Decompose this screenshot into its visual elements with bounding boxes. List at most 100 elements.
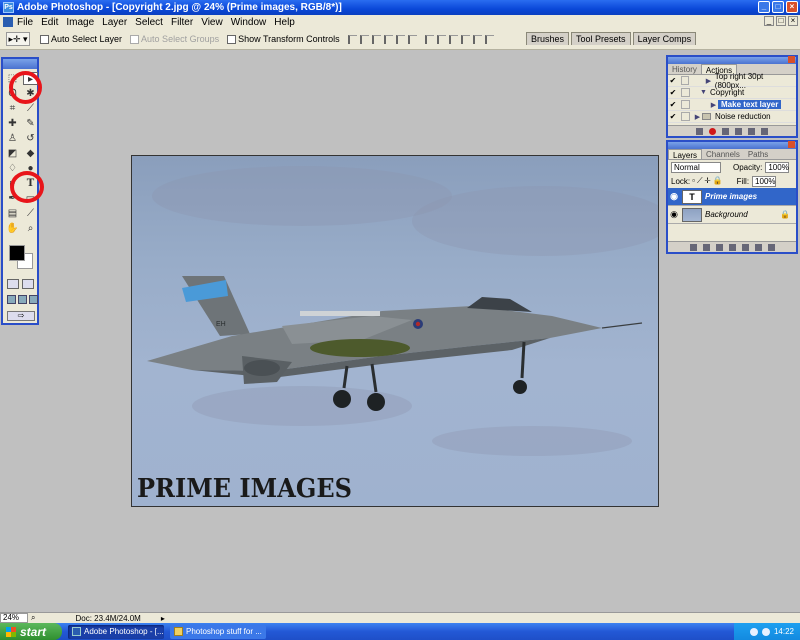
document-canvas[interactable]: EH PRIME IMAGES — [131, 155, 659, 507]
menu-image[interactable]: Image — [66, 17, 94, 28]
auto-select-layer-checkbox[interactable]: Auto Select Layer — [40, 34, 122, 44]
hand-tool-icon[interactable]: ✋ — [5, 222, 20, 235]
stop-icon[interactable] — [696, 127, 703, 135]
doc-close-button[interactable]: × — [788, 16, 798, 26]
lock-icons[interactable]: ▫⟋✛🔒 — [692, 176, 724, 186]
tray-icon[interactable] — [761, 627, 770, 636]
fill-input[interactable]: 100% — [752, 175, 777, 187]
tool-preset-picker[interactable]: ▸✛ ▾ — [6, 32, 30, 46]
notes-tool-icon[interactable]: ▤ — [5, 207, 20, 220]
jump-to-imageready-icon[interactable]: ⇨ — [7, 311, 35, 321]
doc-minimize-button[interactable]: _ — [764, 16, 774, 26]
align-bottom-icon[interactable] — [371, 34, 381, 44]
expand-arrow-icon[interactable]: ▶ — [709, 101, 718, 109]
opacity-input[interactable]: 100% — [765, 161, 790, 173]
tray-icon[interactable] — [749, 627, 758, 636]
status-menu-arrow-icon[interactable]: ▸ — [161, 614, 165, 623]
layer-style-icon[interactable] — [702, 243, 710, 251]
new-action-icon[interactable] — [748, 127, 755, 135]
panel-close-icon[interactable] — [788, 56, 795, 63]
clock[interactable]: 14:22 — [774, 627, 794, 636]
distribute-left-icon[interactable] — [460, 34, 470, 44]
trash-icon[interactable] — [761, 127, 768, 135]
adjustment-layer-icon[interactable] — [728, 243, 736, 251]
quick-mask-mode-icon[interactable] — [22, 279, 34, 289]
crop-tool-icon[interactable]: ⌗ — [5, 102, 20, 115]
tab-paths[interactable]: Paths — [744, 149, 772, 159]
eye-icon[interactable]: ◉ — [668, 191, 680, 202]
layers-panel-header[interactable] — [668, 141, 796, 149]
distribute-bottom-icon[interactable] — [448, 34, 458, 44]
tab-layers[interactable]: Layers — [668, 149, 703, 160]
menu-window[interactable]: Window — [231, 17, 267, 28]
new-group-icon[interactable] — [741, 243, 749, 251]
link-icon[interactable] — [689, 243, 697, 251]
menu-edit[interactable]: Edit — [41, 17, 58, 28]
healing-brush-tool-icon[interactable]: ✚ — [5, 117, 20, 130]
toolbox-header[interactable] — [3, 59, 37, 69]
align-top-icon[interactable] — [347, 34, 357, 44]
menu-layer[interactable]: Layer — [102, 17, 127, 28]
brush-tool-icon[interactable]: ✎ — [23, 117, 38, 130]
trash-icon[interactable] — [767, 243, 775, 251]
checkmark-icon[interactable]: ✔ — [668, 76, 678, 85]
play-icon[interactable] — [722, 127, 729, 135]
action-set-row[interactable]: ✔ ▶ Noise reduction — [668, 111, 796, 123]
minimize-button[interactable]: _ — [758, 1, 770, 13]
paint-bucket-tool-icon[interactable]: ◆ — [23, 147, 38, 160]
tab-channels[interactable]: Channels — [702, 149, 744, 159]
checkmark-icon[interactable]: ✔ — [668, 112, 678, 121]
zoom-field[interactable]: 24% — [0, 613, 28, 623]
panel-close-icon[interactable] — [788, 141, 795, 148]
blend-mode-select[interactable]: Normal — [671, 161, 721, 173]
record-icon[interactable] — [709, 127, 716, 135]
align-right-icon[interactable] — [407, 34, 417, 44]
checkmark-icon[interactable]: ✔ — [668, 88, 678, 97]
foreground-color-swatch[interactable] — [9, 245, 25, 261]
action-row-selected[interactable]: ✔ ▶ Make text layer — [668, 99, 796, 111]
align-vcenter-icon[interactable] — [359, 34, 369, 44]
document-icon[interactable] — [3, 17, 13, 27]
menu-view[interactable]: View — [201, 17, 223, 28]
expand-arrow-icon[interactable]: ▶ — [693, 113, 702, 121]
eye-icon[interactable]: ◉ — [668, 209, 680, 220]
distribute-right-icon[interactable] — [484, 34, 494, 44]
align-hcenter-icon[interactable] — [395, 34, 405, 44]
layer-mask-icon[interactable] — [715, 243, 723, 251]
action-row[interactable]: ✔ ▶ Top right 30pt (800px... — [668, 72, 796, 90]
dialog-toggle-box[interactable] — [680, 76, 690, 85]
dialog-toggle-box[interactable] — [681, 88, 690, 97]
menu-file[interactable]: File — [17, 17, 33, 28]
menu-help[interactable]: Help — [274, 17, 295, 28]
distribute-hcenter-icon[interactable] — [472, 34, 482, 44]
clone-stamp-tool-icon[interactable]: ♙ — [5, 132, 20, 145]
expand-arrow-icon[interactable]: ▶ — [704, 77, 713, 85]
standard-screen-mode-icon[interactable] — [7, 295, 16, 304]
layer-row-prime-images[interactable]: ◉ T Prime images — [668, 188, 796, 206]
dialog-toggle-box[interactable] — [681, 100, 690, 109]
tab-tool-presets[interactable]: Tool Presets — [571, 32, 631, 45]
maximize-button[interactable]: □ — [772, 1, 784, 13]
collapse-arrow-icon[interactable]: ▼ — [699, 89, 708, 96]
tab-layer-comps[interactable]: Layer Comps — [632, 32, 697, 45]
layer-row-background[interactable]: ◉ Background 🔒 — [668, 206, 796, 224]
menu-select[interactable]: Select — [135, 17, 163, 28]
zoom-tool-icon[interactable]: ⌕ — [23, 222, 38, 235]
full-screen-menu-mode-icon[interactable] — [18, 295, 27, 304]
eyedropper-tool-icon[interactable]: ⟋ — [23, 207, 38, 220]
distribute-vcenter-icon[interactable] — [436, 34, 446, 44]
standard-mode-icon[interactable] — [7, 279, 19, 289]
dialog-toggle-box[interactable] — [681, 112, 690, 121]
photoshop-app-icon[interactable]: Ps — [3, 2, 14, 13]
tab-brushes[interactable]: Brushes — [526, 32, 570, 45]
new-set-icon[interactable] — [735, 127, 742, 135]
tab-history[interactable]: History — [668, 64, 701, 74]
close-button[interactable]: × — [786, 1, 798, 13]
menu-filter[interactable]: Filter — [171, 17, 193, 28]
doc-restore-button[interactable]: □ — [776, 16, 786, 26]
history-brush-tool-icon[interactable]: ↺ — [23, 132, 38, 145]
checkmark-icon[interactable]: ✔ — [668, 100, 678, 109]
start-button[interactable]: start — [0, 623, 62, 640]
show-transform-controls-checkbox[interactable]: Show Transform Controls — [227, 34, 340, 44]
eraser-tool-icon[interactable]: ◩ — [5, 147, 20, 160]
